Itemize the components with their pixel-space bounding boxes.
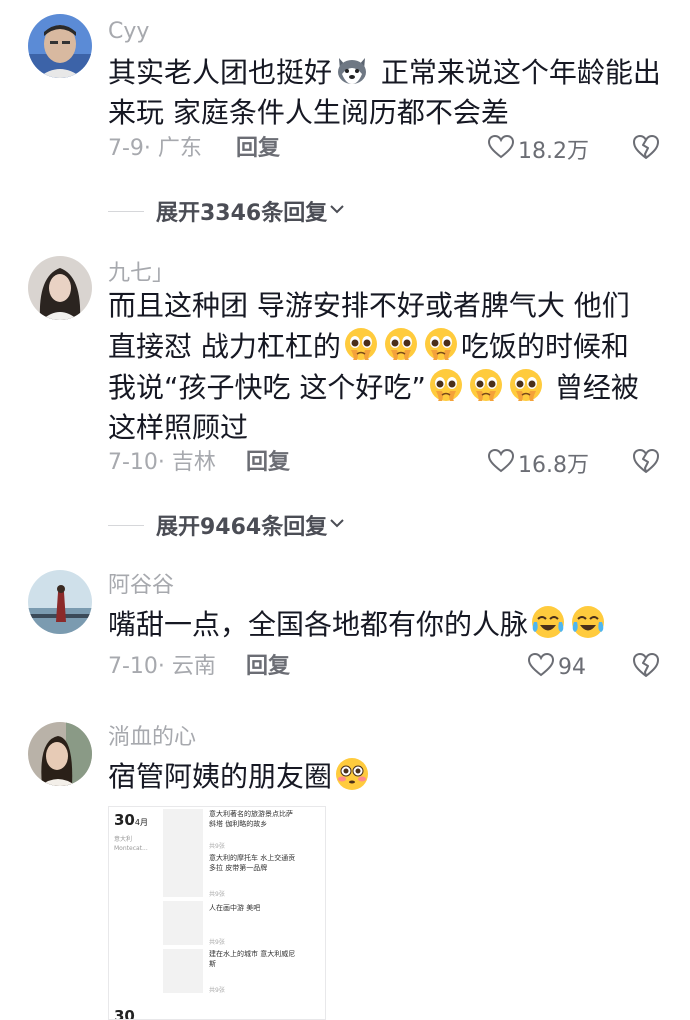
avatar[interactable] [28, 570, 92, 634]
reply-button[interactable]: 回复 [246, 446, 290, 480]
husky-emoji-icon [334, 52, 370, 88]
reply-button[interactable]: 回复 [246, 650, 290, 684]
like-count: 16.8万 [518, 453, 589, 478]
username[interactable]: 阿谷谷 [108, 572, 174, 600]
comment-text: 其实老人团也挺好 正常来说这个年龄能出来玩 家庭条件人生阅历都不会差 [108, 52, 668, 133]
date-region: 7-9· 广东 [108, 136, 202, 161]
comment-text: 宿管阿姨的朋友圈 [108, 756, 668, 797]
post-thumbnail [163, 901, 203, 945]
like-count: 94 [558, 654, 586, 680]
dislike-broken-heart-icon[interactable] [632, 652, 662, 682]
like-button[interactable]: 18.2万 [487, 132, 589, 166]
post-text: 意大利的摩托车 水上交通贡 多拉 皮带第一品牌 [209, 854, 296, 872]
flushed-face-emoji-icon [334, 756, 370, 792]
moment-date: 304月 [114, 811, 148, 829]
username[interactable]: Cyy [108, 18, 149, 46]
avatar[interactable] [28, 722, 92, 786]
post-count: 共9张 [209, 939, 225, 946]
pleading-face-emoji-icon [428, 367, 464, 403]
comment-meta: 7-10· 吉林 [108, 446, 216, 480]
moment-date: 30 [114, 1007, 135, 1020]
post-text: 意大利著名的旅游景点比萨 斜塔 伽利略的故乡 [209, 810, 293, 828]
post-thumbnail [163, 809, 203, 853]
expand-replies-button[interactable]: 展开9464条回复 [108, 508, 347, 542]
pleading-face-emoji-icon [343, 326, 379, 362]
pleading-face-emoji-icon [423, 326, 459, 362]
heart-icon [487, 134, 515, 163]
heart-icon [487, 448, 515, 477]
post-thumbnail [163, 853, 203, 897]
chevron-down-icon [327, 201, 347, 221]
pleading-face-emoji-icon [508, 367, 544, 403]
comment-meta: 7-9· 广东 [108, 132, 202, 166]
reply-button[interactable]: 回复 [236, 132, 280, 166]
heart-icon [527, 652, 555, 681]
like-button[interactable]: 16.8万 [487, 446, 589, 480]
like-count: 18.2万 [518, 139, 589, 164]
username[interactable]: 淌血的心 [108, 724, 196, 752]
post-count: 共9张 [209, 843, 225, 850]
username[interactable]: 九七」 [108, 260, 174, 288]
comment-text: 而且这种团 导游安排不好或者脾气大 他们直接怼 战力杠杠的 吃饭的时候和我说“孩子… [108, 289, 639, 444]
date-region: 7-10· 吉林 [108, 450, 216, 475]
date-region: 7-10· 云南 [108, 654, 216, 679]
pleading-face-emoji-icon [383, 326, 419, 362]
expand-replies-button[interactable]: 展开3346条回复 [108, 194, 347, 228]
post-count: 共9张 [209, 891, 225, 898]
dislike-broken-heart-icon[interactable] [632, 448, 662, 478]
avatar[interactable] [28, 14, 92, 78]
divider-line [108, 524, 144, 526]
teary-laugh-emoji-icon [530, 604, 566, 640]
post-text: 建在水上的城市 意大利威尼 斯 [209, 950, 296, 968]
like-button[interactable]: 94 [527, 650, 586, 684]
comment-text: 嘴甜一点，全国各地都有你的人脉 [108, 604, 668, 645]
moment-place: 意大利 Montecat... [114, 836, 148, 852]
pleading-face-emoji-icon [468, 367, 504, 403]
post-text: 人在画中游 美吧 [209, 904, 261, 912]
post-thumbnail [163, 949, 203, 993]
divider-line [108, 210, 144, 212]
comment-meta: 7-10· 云南 [108, 650, 216, 684]
chevron-down-icon [327, 515, 347, 535]
dislike-broken-heart-icon[interactable] [632, 134, 662, 164]
avatar[interactable] [28, 256, 92, 320]
teary-laugh-emoji-icon [570, 604, 606, 640]
post-count: 共9张 [209, 987, 225, 994]
attached-image[interactable]: 304月 意大利 Montecat... 意大利著名的旅游景点比萨 斜塔 伽利略… [108, 806, 326, 1020]
